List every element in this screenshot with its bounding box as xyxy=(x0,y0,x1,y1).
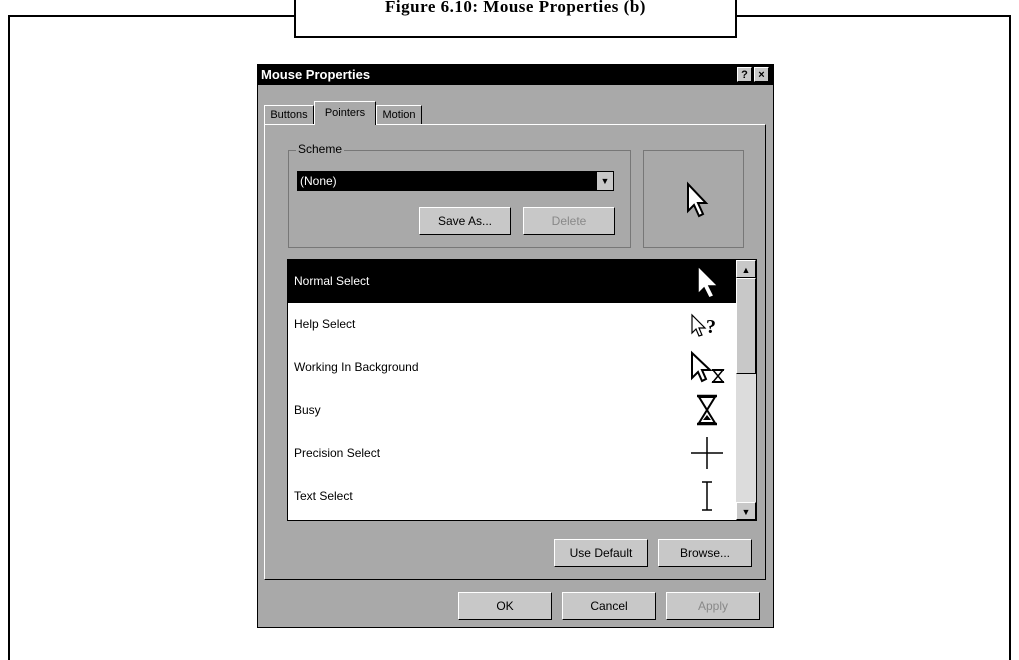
figure-caption: Figure 6.10: Mouse Properties (b) xyxy=(385,0,646,16)
pointer-label: Busy xyxy=(294,403,321,417)
pointer-label: Help Select xyxy=(294,317,356,331)
pointer-label: Precision Select xyxy=(294,446,381,460)
figure-frame-left xyxy=(8,15,10,660)
scroll-up-arrow-icon[interactable]: ▲ xyxy=(736,260,756,278)
working-cursor-icon xyxy=(691,350,725,383)
figure-frame-right xyxy=(1009,15,1011,660)
help-cursor-icon: ? xyxy=(691,313,716,338)
browse-button[interactable]: Browse... xyxy=(658,539,752,567)
hourglass-icon xyxy=(697,394,717,426)
scheme-label: Scheme xyxy=(296,142,345,156)
list-item[interactable]: Text Select xyxy=(288,475,736,518)
pointer-label: Normal Select xyxy=(294,274,370,288)
title-bar: Mouse Properties ? × xyxy=(258,65,773,85)
close-button[interactable]: × xyxy=(754,67,769,82)
scroll-down-arrow-icon[interactable]: ▼ xyxy=(736,502,756,520)
tab-pointers[interactable]: Pointers xyxy=(314,101,376,125)
delete-button[interactable]: Delete xyxy=(523,207,615,235)
list-item[interactable]: Busy xyxy=(288,389,736,432)
scheme-selected-value: (None) xyxy=(300,174,337,188)
mouse-properties-dialog: Mouse Properties ? × Buttons Pointers Mo… xyxy=(257,64,774,628)
save-as-button[interactable]: Save As... xyxy=(419,207,511,235)
dialog-title: Mouse Properties xyxy=(261,67,371,82)
apply-button[interactable]: Apply xyxy=(666,592,760,620)
ok-button[interactable]: OK xyxy=(458,592,552,620)
tab-buttons[interactable]: Buttons xyxy=(264,105,314,124)
svg-text:?: ? xyxy=(706,316,716,338)
pointer-label: Working In Background xyxy=(294,360,419,374)
preview-arrow-icon xyxy=(687,181,709,218)
list-item[interactable]: Normal Select xyxy=(288,260,736,303)
pointer-label: Text Select xyxy=(294,489,353,503)
arrow-cursor-icon xyxy=(697,264,720,299)
list-item[interactable]: Help Select ? xyxy=(288,303,736,346)
list-item[interactable]: Precision Select xyxy=(288,432,736,475)
help-button[interactable]: ? xyxy=(737,67,752,82)
cancel-button[interactable]: Cancel xyxy=(562,592,656,620)
tab-motion[interactable]: Motion xyxy=(376,105,422,124)
figure-frame-top-left xyxy=(8,15,294,17)
scroll-thumb[interactable] xyxy=(736,278,756,374)
cursor-preview xyxy=(643,150,744,248)
pointer-list-scrollbar[interactable]: ▲ ▼ xyxy=(736,260,756,520)
use-default-button[interactable]: Use Default xyxy=(554,539,648,567)
list-item[interactable]: Working In Background xyxy=(288,346,736,389)
crosshair-icon xyxy=(691,437,723,469)
figure-frame-top-right xyxy=(735,15,1011,17)
ibeam-icon xyxy=(702,481,712,511)
chevron-down-icon[interactable]: ▼ xyxy=(597,172,613,190)
pointer-list[interactable]: Normal Select Help Select ? Working In B… xyxy=(287,259,757,521)
scheme-dropdown[interactable]: (None) ▼ xyxy=(297,171,614,191)
figure-caption-box: Figure 6.10: Mouse Properties (b) xyxy=(294,0,737,38)
